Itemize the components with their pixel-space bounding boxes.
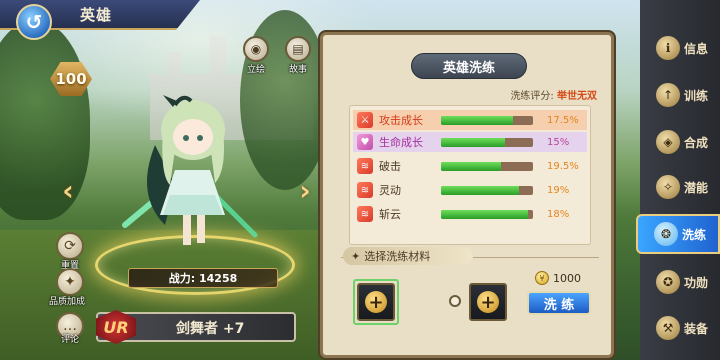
comment-label: 评论 [60, 335, 79, 345]
stat-list: ⚔ 攻击成长 17.5% ♥ 生命成长 15% ≋ 破击 19.5% ≋ 灵动 … [349, 105, 591, 245]
plus-icon: + [477, 291, 499, 313]
story-label: 故事 [288, 65, 307, 75]
stat-bar [441, 161, 533, 171]
sparkle-icon: ✦ [351, 249, 361, 263]
side-menu: ℹ 信息 ↑ 训练 ◈ 合成 ✧ 潜能 ❂ 洗练 ✪ 功勋 ⚒ 装备 [636, 0, 720, 360]
prev-hero-arrow[interactable]: ‹ [58, 172, 78, 208]
quality-bonus-label: 品质加成 [48, 297, 85, 307]
stat-bar [441, 185, 533, 195]
coin-icon: ¥ [535, 271, 549, 285]
stat-bar-fill [441, 137, 506, 147]
refine-icon: ❂ [654, 222, 678, 246]
stat-row: ≋ 破击 19.5% [353, 156, 587, 176]
combat-power: 战力: 14258 [128, 268, 278, 288]
stat-bar [441, 137, 533, 147]
materials-title: ✦ 选择洗练材料 [343, 247, 473, 265]
materials-title-text: 选择洗练材料 [364, 250, 431, 263]
reset-icon: ⟳ [64, 238, 76, 254]
menu-item-refine[interactable]: ❂ 洗练 [636, 214, 720, 254]
refine-score: 洗练评分: 举世无双 [510, 87, 597, 102]
stat-value: 19.5% [547, 160, 579, 172]
hero-character [122, 95, 258, 245]
menu-item-equipment[interactable]: ⚒ 装备 [640, 308, 720, 348]
stat-row: ⚔ 攻击成长 17.5% [353, 110, 587, 130]
stat-bar-fill [441, 115, 513, 125]
quality-bonus-button[interactable]: ✦ [56, 268, 84, 296]
merit-icon: ✪ [656, 270, 680, 294]
stat-bar [441, 209, 533, 219]
panel-title: 英雄洗练 [411, 53, 527, 79]
menu-label: 洗练 [682, 227, 707, 242]
menu-item-info[interactable]: ℹ 信息 [640, 28, 720, 68]
menu-item-synthesis[interactable]: ◈ 合成 [640, 122, 720, 162]
menu-label: 合成 [684, 135, 709, 150]
book-icon: ▤ [292, 42, 304, 56]
menu-label: 功勋 [684, 275, 709, 290]
stat-row: ♥ 生命成长 15% [353, 132, 587, 152]
training-icon: ↑ [656, 83, 680, 107]
stat-bar-fill [441, 209, 529, 219]
stat-value: 17.5% [547, 114, 579, 126]
portrait-label: 立绘 [246, 65, 265, 75]
eye-icon: ◉ [250, 42, 262, 56]
materials-area: ✔ + + ¥ 1000 洗 练 [339, 271, 601, 351]
material-radio[interactable] [449, 295, 461, 307]
menu-label: 信息 [684, 41, 709, 56]
refine-button[interactable]: 洗 练 [527, 291, 591, 315]
back-arrow-icon: ↺ [25, 10, 43, 34]
stat-row: ≋ 斩云 18% [353, 204, 587, 224]
heart-icon: ♥ [357, 134, 373, 150]
equipment-icon: ⚒ [656, 316, 680, 340]
plus-icon: + [365, 291, 387, 313]
page-title: 英雄 [80, 6, 113, 24]
claw-icon: ≋ [357, 158, 373, 174]
stat-name: 斩云 [379, 208, 401, 221]
claw-icon: ≋ [357, 206, 373, 222]
stat-name: 生命成长 [379, 136, 423, 149]
portrait-button[interactable]: ◉ [243, 36, 269, 62]
menu-label: 训练 [684, 88, 709, 103]
story-button[interactable]: ▤ [285, 36, 311, 62]
stat-bar [441, 115, 533, 125]
next-hero-arrow[interactable]: › [295, 172, 315, 208]
quality-icon: ✦ [64, 274, 76, 290]
potential-icon: ✧ [656, 175, 680, 199]
cost-value: 1000 [553, 271, 581, 285]
refine-score-value: 举世无双 [557, 91, 597, 102]
hero-name: 剑舞者 +7 [176, 321, 245, 337]
stat-name: 攻击成长 [379, 114, 423, 127]
stat-bar-fill [441, 161, 501, 171]
stat-name: 灵动 [379, 184, 401, 197]
stat-bar-fill [441, 185, 520, 195]
info-icon: ℹ [656, 36, 680, 60]
stat-value: 15% [547, 136, 570, 148]
menu-item-merit[interactable]: ✪ 功勋 [640, 262, 720, 302]
menu-label: 装备 [684, 321, 709, 336]
refine-score-label: 洗练评分: [510, 91, 554, 102]
stat-value: 19% [547, 184, 570, 196]
refine-panel: 英雄洗练 洗练评分: 举世无双 ⚔ 攻击成长 17.5% ♥ 生命成长 15% … [320, 32, 614, 358]
claw-icon: ≋ [357, 182, 373, 198]
back-button[interactable]: ↺ [16, 4, 52, 40]
material-slot-1[interactable]: + [357, 283, 395, 321]
synthesis-icon: ◈ [656, 130, 680, 154]
menu-item-training[interactable]: ↑ 训练 [640, 75, 720, 115]
cost: ¥ 1000 [535, 271, 581, 285]
reset-button[interactable]: ⟳ [56, 232, 84, 260]
material-slot-2[interactable]: + [469, 283, 507, 321]
stat-name: 破击 [379, 160, 401, 173]
stat-row: ≋ 灵动 19% [353, 180, 587, 200]
menu-item-potential[interactable]: ✧ 潜能 [640, 167, 720, 207]
attack-icon: ⚔ [357, 112, 373, 128]
menu-label: 潜能 [684, 180, 709, 195]
stat-value: 18% [547, 208, 570, 220]
